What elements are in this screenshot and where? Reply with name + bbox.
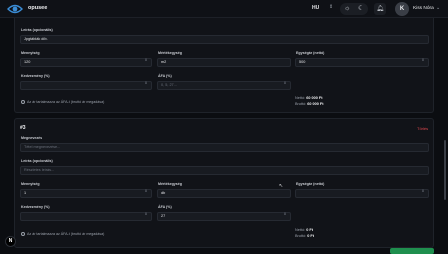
unit-label: Mértékegység: [158, 51, 182, 55]
stepper-icon[interactable]: ⇕: [144, 189, 148, 194]
gross-value: 60 000 Ft: [307, 102, 324, 106]
description-input[interactable]: Jpgtáblák díb.: [20, 35, 429, 44]
net-total: Nettó: 60 000 Ft: [295, 96, 323, 100]
stepper-icon[interactable]: ⇕: [144, 212, 148, 217]
chevron-updown-icon[interactable]: ⇕: [329, 4, 333, 10]
stepper-icon[interactable]: ⇕: [144, 81, 148, 86]
unit-input[interactable]: db: [157, 189, 291, 198]
vat-input[interactable]: 27 ⇕: [157, 212, 291, 221]
description-input[interactable]: Részletes leírás...: [20, 166, 429, 175]
moon-icon[interactable]: ☾: [358, 4, 364, 14]
discount-label: Kedvezmény (%): [21, 205, 50, 209]
quantity-label: Mennyiség: [21, 51, 40, 55]
n-badge[interactable]: N: [5, 236, 16, 247]
delete-button[interactable]: Törlés: [417, 126, 428, 131]
bell-icon[interactable]: 🔔︎: [374, 3, 386, 15]
quantity-input[interactable]: 1 ⇕: [20, 189, 152, 198]
net-value: 60 000 Ft: [306, 96, 323, 100]
unit-price-input[interactable]: 500 ⇕: [295, 58, 429, 67]
scrollbar[interactable]: [444, 140, 446, 200]
vat-input[interactable]: 0, 5, 27... ⇕: [157, 81, 291, 90]
item-card-2: Leírás (opcionális) Jpgtáblák díb. Menny…: [14, 18, 434, 113]
vat-label: ÁFA (%): [158, 74, 172, 78]
unit-price-label: Egységár (nettó): [296, 51, 325, 55]
vat-included-checkbox[interactable]: [21, 232, 25, 236]
discount-label: Kedvezmény (%): [21, 74, 50, 78]
stepper-icon[interactable]: ⇕: [421, 189, 425, 194]
name-input[interactable]: Tétel megnevezése...: [20, 143, 429, 152]
stepper-icon[interactable]: ⇕: [421, 58, 425, 63]
unit-input[interactable]: m2: [157, 58, 291, 67]
gross-value: 0 Ft: [307, 234, 315, 238]
item-number: #3: [20, 125, 26, 131]
description-label: Leírás (opcionális): [21, 28, 53, 32]
gross-total: Bruttó: 0 Ft: [295, 234, 315, 238]
eye-logo-icon[interactable]: [7, 3, 23, 15]
unit-label: Mértékegység: [158, 182, 182, 186]
sun-icon[interactable]: ☼: [344, 4, 350, 14]
description-label: Leírás (opcionális): [21, 159, 53, 163]
stepper-icon[interactable]: ⇕: [144, 58, 148, 63]
language-selector[interactable]: HU: [312, 5, 319, 11]
stepper-icon[interactable]: ⇕: [283, 212, 287, 217]
mouse-cursor-icon: ↖: [279, 183, 284, 189]
chevron-down-icon[interactable]: ⌄: [436, 5, 440, 11]
vat-included-label: Az ár tartalmazza az ÁFA-t (bruttó ár me…: [27, 100, 105, 104]
discount-input[interactable]: ⇕: [20, 81, 152, 90]
quantity-label: Mennyiség: [21, 182, 40, 186]
user-name[interactable]: Kiss Nóra: [413, 6, 434, 11]
net-value: 0 Ft: [306, 228, 313, 232]
green-button[interactable]: [390, 248, 434, 254]
vat-label: ÁFA (%): [158, 205, 172, 209]
avatar[interactable]: K: [395, 2, 409, 16]
item-card-3: #3 Törlés Megnevezés Tétel megnevezése..…: [14, 118, 434, 248]
quantity-input[interactable]: 120 ⇕: [20, 58, 152, 67]
gross-total: Bruttó: 60 000 Ft: [295, 102, 324, 106]
net-total: Nettó: 0 Ft: [295, 228, 313, 232]
vat-included-label: Az ár tartalmazza az ÁFA-t (bruttó ár me…: [27, 232, 105, 236]
unit-price-label: Egységár (nettó): [296, 182, 325, 186]
vat-included-checkbox[interactable]: [21, 100, 25, 104]
unit-price-input[interactable]: ⇕: [295, 189, 429, 198]
brand-name[interactable]: opusee: [28, 5, 47, 11]
stepper-icon[interactable]: ⇕: [283, 81, 287, 86]
discount-input[interactable]: ⇕: [20, 212, 152, 221]
name-label: Megnevezés: [21, 136, 43, 140]
top-bar: opusee HU ⇕ ☼ ☾ 🔔︎ K Kiss Nóra ⌄: [0, 0, 448, 18]
